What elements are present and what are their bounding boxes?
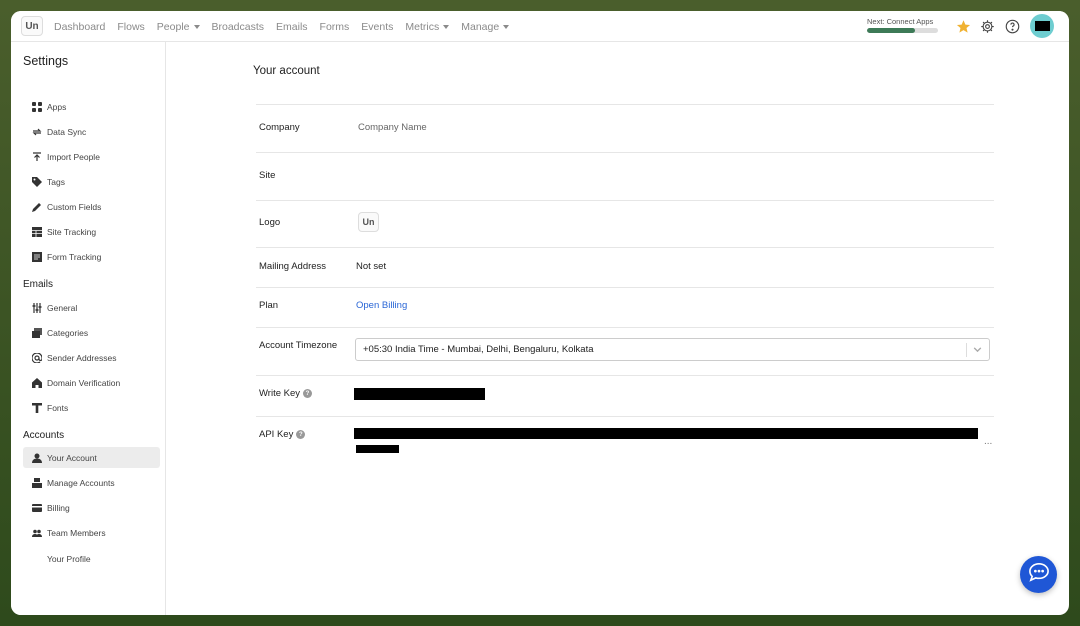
nav-forms[interactable]: Forms: [320, 21, 350, 33]
star-icon[interactable]: [955, 18, 971, 34]
nav-manage[interactable]: Manage: [461, 21, 510, 33]
chevron-down-icon: [972, 344, 983, 358]
sync-icon: [31, 126, 42, 137]
mailing-address-label: Mailing Address: [259, 261, 327, 272]
main-nav: Dashboard Flows People Broadcasts Emails…: [54, 11, 521, 42]
sidebar-item-sender-addresses[interactable]: Sender Addresses: [23, 347, 160, 368]
categories-icon: [31, 327, 42, 338]
api-key-row: API Key ? ...: [256, 417, 994, 465]
progress-fill: [867, 28, 915, 33]
top-nav: Un Dashboard Flows People Broadcasts Ema…: [11, 11, 1069, 42]
sidebar-item-data-sync[interactable]: Data Sync: [23, 121, 160, 142]
table-icon: [31, 226, 42, 237]
company-name-input[interactable]: Company Name: [358, 122, 427, 133]
nav-dashboard[interactable]: Dashboard: [54, 21, 105, 33]
account-settings-list: Company Company Name Site Logo Un Mailin…: [256, 104, 994, 465]
sidebar-title: Settings: [23, 54, 69, 68]
app-window: Un Dashboard Flows People Broadcasts Ema…: [11, 11, 1069, 615]
chat-button[interactable]: [1020, 556, 1057, 593]
sidebar-item-form-tracking[interactable]: Form Tracking: [23, 246, 160, 267]
card-icon: [31, 502, 42, 513]
app-logo[interactable]: Un: [21, 16, 43, 36]
sidebar-item-general[interactable]: General: [23, 297, 160, 318]
accounts-icon: [31, 477, 42, 488]
plan-label: Plan: [259, 300, 279, 311]
help-icon[interactable]: ?: [303, 389, 313, 398]
progress-bar: [867, 28, 938, 33]
form-icon: [31, 251, 42, 262]
timezone-select[interactable]: +05:30 India Time - Mumbai, Delhi, Benga…: [355, 338, 990, 361]
site-row: Site: [256, 153, 994, 201]
sidebar-item-domain-verification[interactable]: Domain Verification: [23, 372, 160, 393]
logo-upload[interactable]: Un: [358, 212, 379, 232]
sidebar-item-categories[interactable]: Categories: [23, 322, 160, 343]
api-key-value-redacted[interactable]: [354, 428, 978, 439]
sidebar-section-emails: Emails: [23, 279, 54, 290]
nav-flows[interactable]: Flows: [117, 21, 144, 33]
home-icon: [31, 377, 42, 388]
api-key-value-redacted-line2: [356, 445, 399, 453]
caret-down-icon: [503, 24, 510, 29]
font-icon: [31, 402, 42, 413]
sidebar-item-manage-accounts[interactable]: Manage Accounts: [23, 472, 160, 493]
sidebar-item-site-tracking[interactable]: Site Tracking: [23, 221, 160, 242]
timezone-value: +05:30 India Time - Mumbai, Delhi, Benga…: [363, 344, 594, 355]
timezone-row: Account Timezone +05:30 India Time - Mum…: [256, 328, 994, 376]
sidebar-item-import-people[interactable]: Import People: [23, 146, 160, 167]
sidebar-section-accounts: Accounts: [23, 430, 65, 441]
nav-broadcasts[interactable]: Broadcasts: [212, 21, 265, 33]
company-label: Company: [259, 122, 300, 133]
mailing-address-value[interactable]: Not set: [356, 261, 386, 272]
sidebar-item-apps[interactable]: Apps: [23, 96, 160, 117]
blank-icon: [31, 553, 42, 564]
nav-emails[interactable]: Emails: [276, 21, 308, 33]
nav-events[interactable]: Events: [361, 21, 393, 33]
avatar-redacted: [1034, 21, 1050, 31]
main-content: Your account Company Company Name Site L…: [167, 42, 1069, 615]
sidebar-item-fonts[interactable]: Fonts: [23, 397, 160, 418]
sidebar-item-tags[interactable]: Tags: [23, 171, 160, 192]
sidebar-item-custom-fields[interactable]: Custom Fields: [23, 196, 160, 217]
sidebar-item-team-members[interactable]: Team Members: [23, 522, 160, 543]
gear-icon[interactable]: [979, 18, 995, 34]
help-icon[interactable]: ?: [296, 430, 306, 439]
sidebar-item-billing[interactable]: Billing: [23, 497, 160, 518]
settings-sidebar: Settings Apps Data Sync Import People Ta…: [11, 42, 166, 615]
help-icon[interactable]: [1004, 18, 1020, 34]
tag-icon: [31, 176, 42, 187]
logo-row: Logo Un: [256, 201, 994, 248]
onboarding-progress[interactable]: Next: Connect Apps: [867, 17, 939, 33]
account-logo: Un: [358, 212, 379, 232]
api-key-label: API Key ?: [259, 429, 306, 440]
user-icon: [31, 452, 42, 463]
timezone-label: Account Timezone: [259, 340, 338, 351]
plan-row: Plan Open Billing: [256, 288, 994, 328]
write-key-label: Write Key ?: [259, 388, 313, 399]
site-label: Site: [259, 170, 276, 181]
chat-icon: [1028, 562, 1050, 587]
logo-label: Logo: [259, 217, 281, 228]
page-title: Your account: [253, 65, 320, 77]
company-row: Company Company Name: [256, 105, 994, 153]
sliders-icon: [31, 302, 42, 313]
write-key-row: Write Key ?: [256, 376, 994, 417]
write-key-value-redacted[interactable]: [354, 388, 485, 400]
at-icon: [31, 352, 42, 363]
nav-metrics[interactable]: Metrics: [405, 21, 450, 33]
team-icon: [31, 527, 42, 538]
progress-label: Next: Connect Apps: [867, 17, 934, 26]
open-billing-link[interactable]: Open Billing: [356, 300, 407, 311]
nav-people[interactable]: People: [157, 21, 200, 33]
caret-down-icon: [443, 24, 450, 29]
pencil-icon: [31, 201, 42, 212]
sidebar-item-your-profile[interactable]: Your Profile: [23, 548, 160, 569]
select-separator: [966, 343, 967, 357]
sidebar-item-your-account[interactable]: Your Account: [23, 447, 160, 468]
import-icon: [31, 151, 42, 162]
mailing-address-row: Mailing Address Not set: [256, 248, 994, 288]
more-icon[interactable]: ...: [984, 436, 992, 447]
avatar[interactable]: [1030, 14, 1054, 38]
apps-icon: [31, 101, 42, 112]
caret-down-icon: [193, 24, 200, 29]
